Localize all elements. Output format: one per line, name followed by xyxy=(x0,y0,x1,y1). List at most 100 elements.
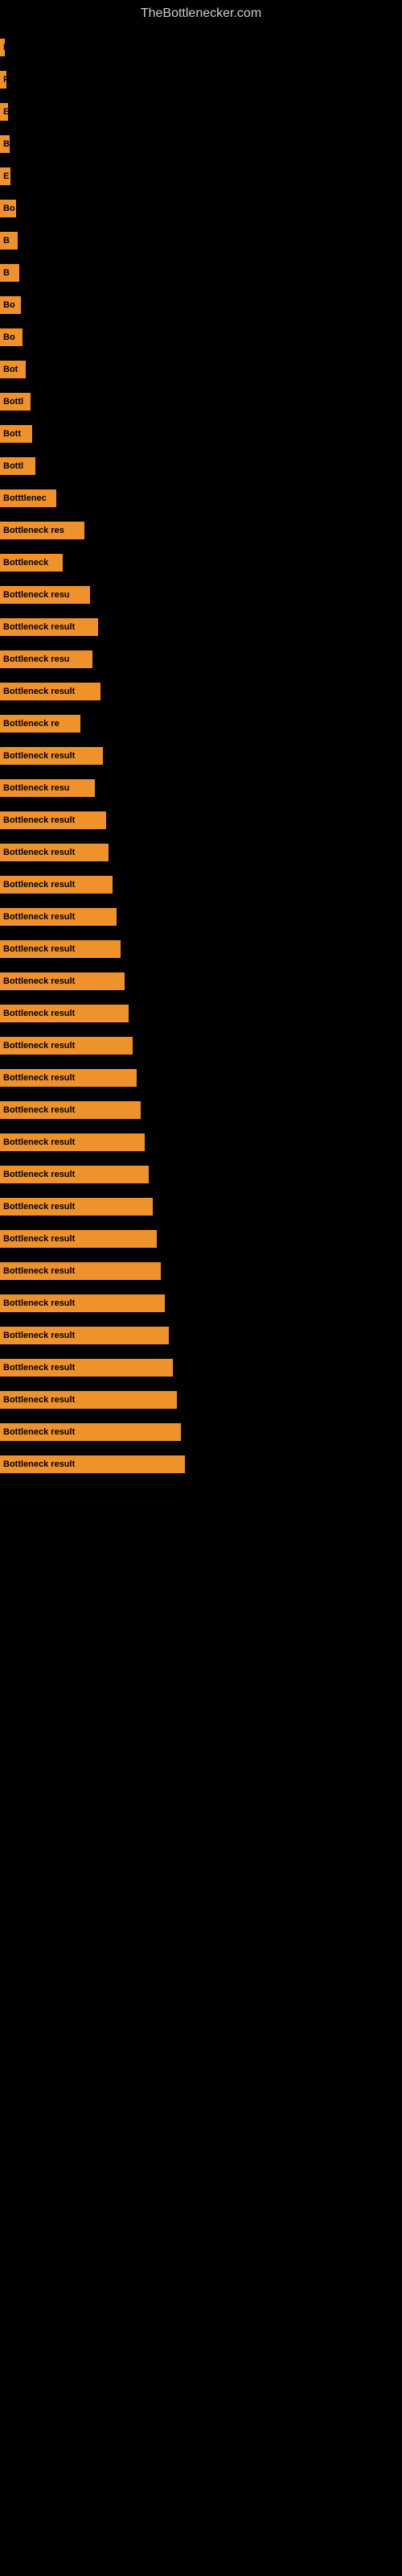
bar-item: Bot xyxy=(0,361,26,378)
bar-label: Bottleneck result xyxy=(3,751,75,761)
bar-row: I xyxy=(0,32,402,63)
bar-label: Bottleneck result xyxy=(3,912,75,922)
bar-item: Botttlenec xyxy=(0,489,56,507)
bar-row: Bottleneck result xyxy=(0,1449,402,1480)
bar-row: Bottleneck result xyxy=(0,805,402,836)
bar-item: Bottleneck re xyxy=(0,715,80,733)
bar-label: Bo xyxy=(3,332,15,342)
bar-item: Bottleneck result xyxy=(0,1327,169,1344)
bars-container: I F E B E Bo B B Bo Bo Bot Bottl Bott Bottl Botttlenec… xyxy=(0,24,402,1481)
bar-label: E xyxy=(3,171,9,181)
bar-item: Bo xyxy=(0,296,21,314)
bar-label: Bottleneck result xyxy=(3,1234,75,1244)
bar-item: Bo xyxy=(0,200,16,217)
bar-label: Bottleneck result xyxy=(3,1298,75,1308)
bar-row: Bottleneck result xyxy=(0,1385,402,1415)
bar-item: Bottleneck result xyxy=(0,1262,161,1280)
bar-item: Bottleneck result xyxy=(0,1198,153,1216)
bar-item: F xyxy=(0,71,6,89)
bar-item: Bottl xyxy=(0,393,31,411)
bar-row: F xyxy=(0,64,402,95)
bar-item: B xyxy=(0,232,18,250)
bar-row: Bottleneck result xyxy=(0,1030,402,1061)
bar-row: Bottleneck re xyxy=(0,708,402,739)
bar-item: Bottleneck result xyxy=(0,1166,149,1183)
bar-row: Bo xyxy=(0,290,402,320)
bar-row: Bottleneck result xyxy=(0,869,402,900)
bar-row: Bottleneck result xyxy=(0,934,402,964)
bar-label: I xyxy=(3,43,5,52)
bar-item: Bo xyxy=(0,328,23,346)
bar-item: Bottleneck resu xyxy=(0,586,90,604)
bar-row: Bottleneck res xyxy=(0,515,402,546)
bar-row: Bottleneck xyxy=(0,547,402,578)
bar-label: B xyxy=(3,139,10,149)
bar-item: B xyxy=(0,264,19,282)
bar-label: Bottl xyxy=(3,461,23,471)
bar-row: Bottleneck result xyxy=(0,837,402,868)
bar-label: Botttlenec xyxy=(3,493,47,503)
bar-item: Bottleneck result xyxy=(0,747,103,765)
bar-label: Bottleneck result xyxy=(3,1009,75,1018)
bar-row: B xyxy=(0,129,402,159)
bar-label: Bottleneck result xyxy=(3,1363,75,1373)
bar-row: Bo xyxy=(0,193,402,224)
bar-item: E xyxy=(0,103,8,121)
bar-label: Bottleneck res xyxy=(3,526,64,535)
bar-item: Bottleneck result xyxy=(0,1037,133,1055)
bar-item: Bottleneck result xyxy=(0,1005,129,1022)
bar-label: Bottleneck result xyxy=(3,1459,75,1469)
bar-label: Bottleneck resu xyxy=(3,654,70,664)
bar-label: Bottleneck result xyxy=(3,880,75,890)
bar-label: Bottleneck result xyxy=(3,848,75,857)
bar-row: Bottleneck result xyxy=(0,676,402,707)
bar-row: Bottl xyxy=(0,386,402,417)
bar-label: Bottleneck result xyxy=(3,1395,75,1405)
bar-label: B xyxy=(3,236,10,246)
bar-item: Bottleneck result xyxy=(0,1133,145,1151)
bar-item: Bottleneck result xyxy=(0,844,109,861)
bar-label: Bottleneck result xyxy=(3,1105,75,1115)
bar-item: Bottleneck result xyxy=(0,1391,177,1409)
bar-row: B xyxy=(0,225,402,256)
bar-item: Bott xyxy=(0,425,32,443)
bar-row: Bottleneck result xyxy=(0,1127,402,1158)
bar-item: Bottleneck result xyxy=(0,1069,137,1087)
bar-label: Bottleneck result xyxy=(3,976,75,986)
bar-item: Bottleneck result xyxy=(0,1455,185,1473)
bar-row: Bottleneck result xyxy=(0,998,402,1029)
bar-label: Bottleneck result xyxy=(3,1170,75,1179)
bar-label: Bott xyxy=(3,429,21,439)
bar-label: Bo xyxy=(3,300,15,310)
bar-label: Bottleneck result xyxy=(3,1427,75,1437)
bar-item: Bottleneck result xyxy=(0,618,98,636)
bar-row: B xyxy=(0,258,402,288)
bar-row: Bottleneck result xyxy=(0,1352,402,1383)
bar-label: Bottleneck result xyxy=(3,1041,75,1051)
bar-item: Bottleneck res xyxy=(0,522,84,539)
bar-item: Bottleneck result xyxy=(0,1230,157,1248)
bar-row: Bottleneck result xyxy=(0,1256,402,1286)
bar-item: I xyxy=(0,39,5,56)
bar-item: B xyxy=(0,135,10,153)
bar-row: Bottleneck result xyxy=(0,1320,402,1351)
bar-row: Bottleneck resu xyxy=(0,773,402,803)
bar-item: Bottleneck result xyxy=(0,811,106,829)
bar-item: Bottleneck result xyxy=(0,876,113,894)
bar-item: Bottleneck result xyxy=(0,908,117,926)
bar-label: Bottl xyxy=(3,397,23,407)
bar-row: Bottleneck result xyxy=(0,1288,402,1319)
bar-item: Bottleneck resu xyxy=(0,650,92,668)
bar-label: E xyxy=(3,107,8,117)
bar-item: E xyxy=(0,167,10,185)
bar-row: Botttlenec xyxy=(0,483,402,514)
bar-row: Bottleneck result xyxy=(0,741,402,771)
bar-row: Bottleneck result xyxy=(0,1224,402,1254)
bar-row: Bottleneck result xyxy=(0,612,402,642)
bar-item: Bottleneck result xyxy=(0,1359,173,1377)
bar-label: Bottleneck result xyxy=(3,1073,75,1083)
bar-label: Bottleneck result xyxy=(3,687,75,696)
site-title: TheBottlenecker.com xyxy=(0,0,402,24)
bar-item: Bottl xyxy=(0,457,35,475)
bar-item: Bottleneck result xyxy=(0,940,121,958)
